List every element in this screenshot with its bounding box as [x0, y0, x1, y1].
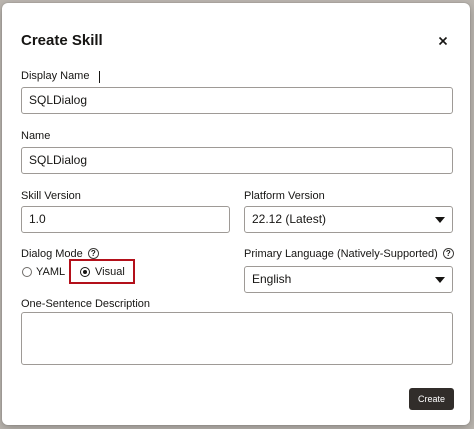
radio-yaml-label[interactable]: YAML [36, 266, 65, 278]
create-skill-dialog: Create Skill Display Name SQLDialog Name… [2, 3, 470, 425]
skill-version-label: Skill Version [21, 190, 81, 202]
radio-visual-label[interactable]: Visual [95, 266, 125, 278]
platform-version-label: Platform Version [244, 190, 325, 202]
description-label: One-Sentence Description [21, 298, 151, 310]
primary-language-value: English [252, 272, 292, 286]
primary-language-label-row: Primary Language (Natively-Supported)? [244, 248, 454, 260]
platform-version-value: 22.12 (Latest) [252, 212, 327, 226]
primary-language-select[interactable]: English [244, 266, 453, 293]
name-label: Name [21, 130, 51, 142]
description-textarea[interactable] [21, 312, 453, 365]
platform-version-select[interactable]: 22.12 (Latest) [244, 206, 453, 233]
name-input[interactable]: SQLDialog [21, 147, 453, 174]
help-icon[interactable]: ? [442, 248, 454, 259]
chevron-down-icon [435, 217, 445, 223]
skill-version-input[interactable]: 1.0 [21, 206, 230, 233]
dialog-title: Create Skill [21, 32, 103, 49]
radio-yaml[interactable] [22, 267, 32, 277]
create-button[interactable]: Create [409, 388, 454, 410]
chevron-down-icon [435, 277, 445, 283]
display-name-label: Display Name [21, 70, 90, 82]
primary-language-label: Primary Language (Natively-Supported) [244, 248, 438, 260]
help-icon[interactable]: ? [87, 248, 99, 259]
text-cursor [99, 71, 100, 83]
radio-visual[interactable] [80, 267, 90, 277]
close-icon[interactable] [434, 32, 452, 50]
display-name-input[interactable]: SQLDialog [21, 87, 453, 114]
